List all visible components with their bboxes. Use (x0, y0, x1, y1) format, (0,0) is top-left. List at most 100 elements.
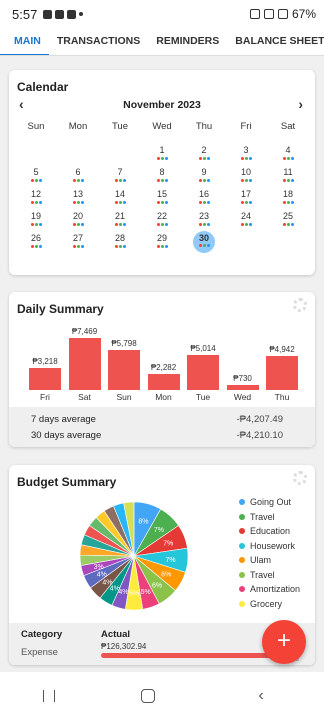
tab-main[interactable]: MAIN (0, 28, 49, 55)
calendar-card: Calendar ‹ November 2023 › Sun Mon Tue Wed T… (9, 70, 315, 275)
calendar-day[interactable]: 15 (141, 186, 183, 208)
calendar-day[interactable]: 14 (99, 186, 141, 208)
calendar-title: Calendar (17, 80, 69, 94)
calendar-day[interactable]: 21 (99, 208, 141, 230)
transaction-dots (141, 201, 183, 204)
bar-value-label: ₱7,469 (71, 327, 98, 336)
home-icon[interactable] (141, 689, 155, 703)
day-number: 29 (156, 233, 167, 243)
bar[interactable] (187, 355, 219, 390)
actual-progress-bar (101, 653, 276, 658)
calendar-grid: Sun Mon Tue Wed Thu Fri Sat 1 2 3 4 5 6 7 8 9 10 11 12 13 14… (15, 120, 309, 253)
bar[interactable] (29, 368, 61, 390)
legend-item: Ulam (239, 553, 300, 568)
transaction-dot (286, 223, 290, 226)
calendar-day[interactable]: 6 (57, 164, 99, 186)
calendar-day[interactable]: 28 (99, 230, 141, 252)
chat-icon (67, 9, 77, 19)
legend-color-dot (239, 499, 245, 506)
day-number: 16 (198, 189, 209, 199)
transaction-dot (118, 245, 122, 248)
calendar-day[interactable]: 11 (267, 164, 309, 186)
recent-apps-icon[interactable] (43, 690, 55, 702)
transaction-dot (76, 201, 80, 204)
transaction-dot (114, 201, 118, 204)
actual-header: Actual (101, 629, 131, 640)
day-number: 24 (240, 211, 251, 221)
bar[interactable] (266, 356, 298, 390)
calendar-day[interactable]: 13 (57, 186, 99, 208)
legend-item: Housework (239, 539, 300, 554)
transaction-dot (156, 157, 160, 160)
transaction-dot (80, 201, 84, 204)
calendar-day[interactable]: 26 (15, 230, 57, 252)
gear-icon[interactable] (293, 471, 307, 485)
calendar-day[interactable]: 10 (225, 164, 267, 186)
legend-label: Travel (250, 569, 275, 580)
calendar-day[interactable]: 12 (15, 186, 57, 208)
calendar-day[interactable]: 5 (15, 164, 57, 186)
calendar-day[interactable]: 25 (267, 208, 309, 230)
transaction-dot (156, 179, 160, 182)
bar-day-label: Fri (40, 392, 50, 402)
calendar-day[interactable]: 8 (141, 164, 183, 186)
weekday-header: Fri (240, 121, 252, 132)
transaction-dots (15, 179, 57, 182)
day-number: 30 (193, 231, 215, 253)
calendar-day[interactable]: 7 (99, 164, 141, 186)
status-time: 5:57 (12, 6, 38, 22)
transaction-dot (286, 157, 290, 160)
transaction-dot (72, 245, 76, 248)
transaction-dot (122, 223, 126, 226)
transaction-dot (198, 223, 202, 226)
calendar-day[interactable]: 22 (141, 208, 183, 230)
tab-transactions[interactable]: TRANSACTIONS (49, 28, 148, 55)
transaction-dot (206, 244, 210, 247)
transaction-dot (114, 245, 118, 248)
transaction-dots (267, 223, 309, 226)
calendar-day[interactable]: 9 (183, 164, 225, 186)
calendar-day[interactable]: 2 (183, 142, 225, 164)
add-transaction-button[interactable]: + (262, 620, 306, 664)
calendar-day[interactable]: 16 (183, 186, 225, 208)
bar-column: ₱4,942 Thu (266, 322, 298, 402)
gear-icon[interactable] (293, 298, 307, 312)
day-number: 5 (33, 167, 39, 177)
back-icon[interactable]: ‹ (241, 687, 281, 705)
legend-color-dot (239, 600, 245, 607)
calendar-nav: ‹ November 2023 › (9, 96, 315, 112)
tab-balance-sheet[interactable]: BALANCE SHEET (227, 28, 324, 55)
tab-reminders[interactable]: REMINDERS (148, 28, 227, 55)
weekday-header: Sat (280, 121, 296, 132)
transaction-dot (202, 179, 206, 182)
alarm-icon (249, 9, 260, 19)
calendar-day[interactable]: 19 (15, 208, 57, 230)
budget-legend: Going Out Travel Education Housework Ulam Tra… (239, 495, 300, 611)
calendar-day[interactable]: 27 (57, 230, 99, 252)
next-month-button[interactable]: › (298, 96, 303, 112)
bar-value-label: ₱3,218 (32, 357, 58, 366)
bar[interactable] (147, 374, 180, 390)
calendar-day[interactable]: 18 (267, 186, 309, 208)
legend-label: Housework (250, 540, 296, 551)
bar[interactable] (226, 385, 259, 390)
transaction-dots (15, 245, 57, 248)
calendar-day[interactable]: 1 (141, 142, 183, 164)
pie-slice-label: 8% (138, 519, 148, 526)
transaction-dot (240, 157, 244, 160)
calendar-day[interactable]: 23 (183, 208, 225, 230)
transaction-dots (183, 244, 225, 247)
calendar-day[interactable]: 30 (183, 230, 225, 253)
pie-slice-label: 7% (166, 557, 176, 564)
calendar-day[interactable]: 20 (57, 208, 99, 230)
transaction-dot (160, 223, 164, 226)
calendar-day[interactable]: 17 (225, 186, 267, 208)
legend-label: Going Out (250, 497, 292, 508)
transaction-dot (118, 201, 122, 204)
calendar-day[interactable]: 29 (141, 230, 183, 252)
calendar-day[interactable]: 4 (267, 142, 309, 164)
day-number: 27 (72, 233, 83, 243)
calendar-day[interactable]: 24 (225, 208, 267, 230)
transaction-dot (80, 245, 84, 248)
calendar-day[interactable]: 3 (225, 142, 267, 164)
